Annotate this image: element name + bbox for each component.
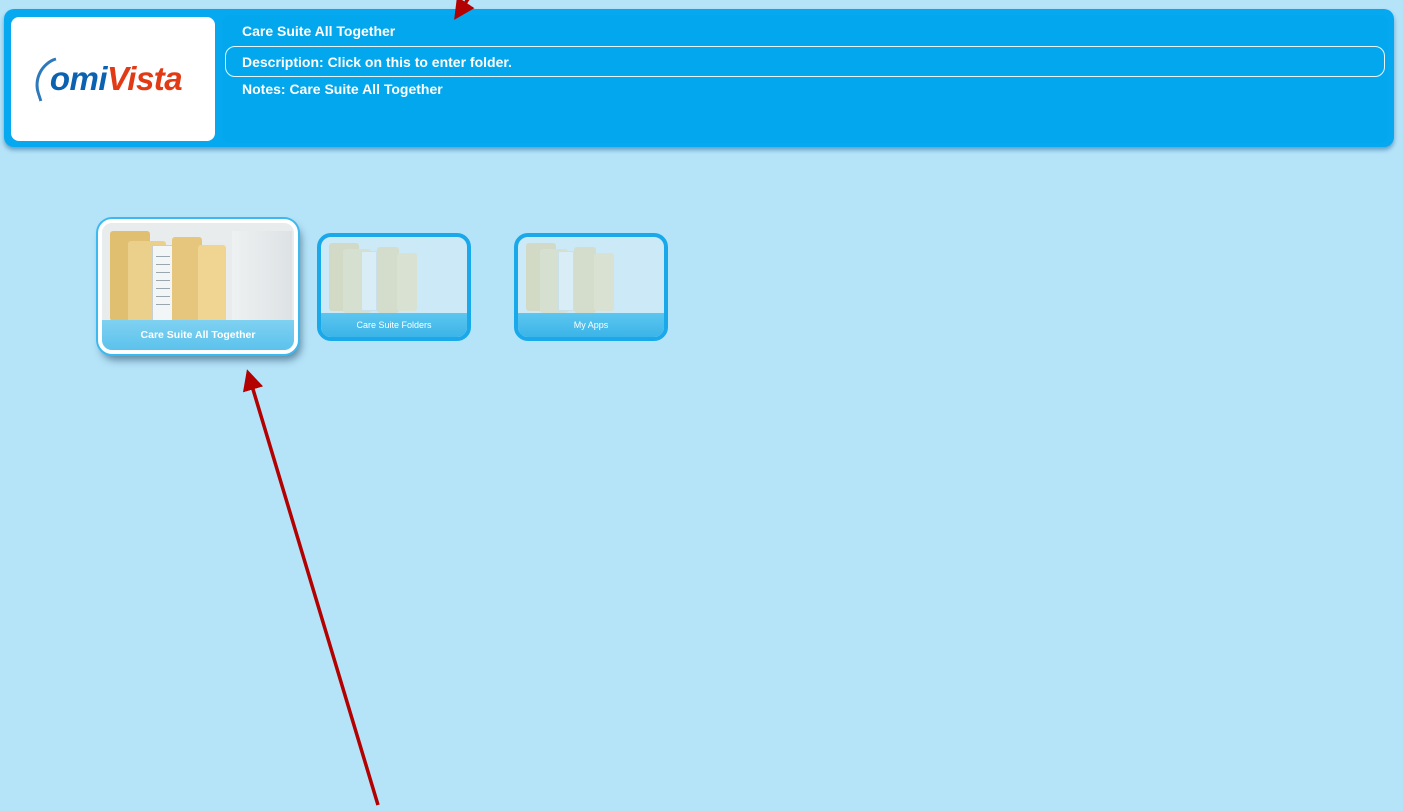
folder-tile-label: Care Suite All Together <box>102 320 294 350</box>
logo-text-vista: Vista <box>107 60 183 97</box>
folder-tile-label: My Apps <box>518 313 664 337</box>
info-description-box: Description: Click on this to enter fold… <box>225 46 1385 77</box>
folder-tile-my-apps[interactable]: My Apps <box>514 233 668 341</box>
folder-tile-label: Care Suite Folders <box>321 313 467 337</box>
annotation-arrow-to-tile <box>242 369 380 806</box>
folder-tile-care-suite-folders[interactable]: Care Suite Folders <box>317 233 471 341</box>
info-notes: Notes: Care Suite All Together <box>242 81 443 97</box>
omivista-logo: omiVista <box>11 17 215 141</box>
info-header: omiVista Care Suite All Together Descrip… <box>4 9 1394 147</box>
info-panel: Care Suite All Together Description: Cli… <box>222 15 1388 143</box>
info-title: Care Suite All Together <box>242 23 396 39</box>
folder-tile-care-suite-all-together[interactable]: Care Suite All Together <box>98 219 298 354</box>
info-description: Description: Click on this to enter fold… <box>242 54 512 70</box>
logo-wordmark: omiVista <box>50 60 183 98</box>
